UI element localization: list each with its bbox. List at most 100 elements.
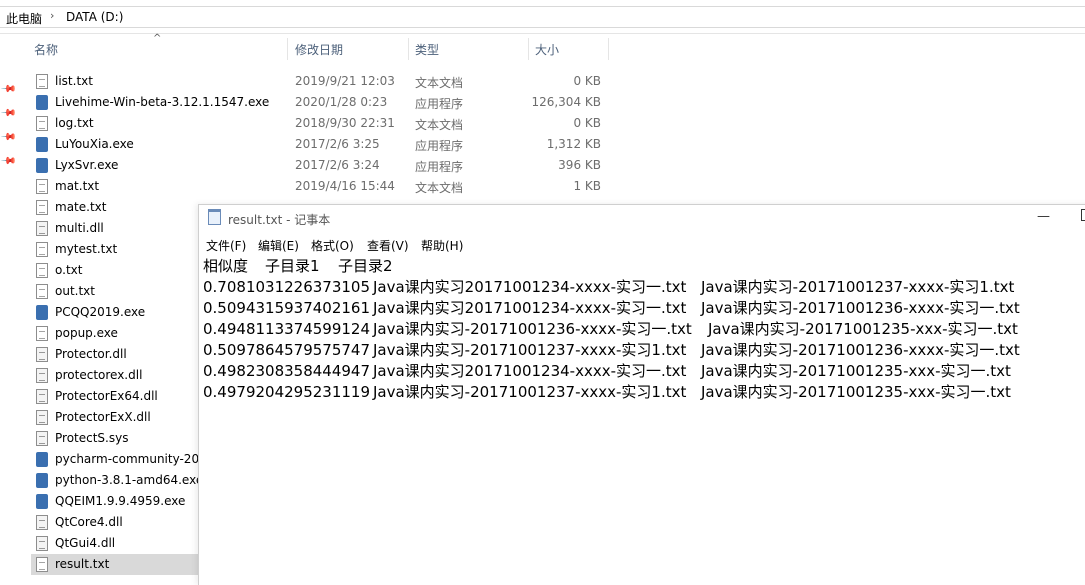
file-date: 2019/9/21 12:03 [295, 74, 395, 88]
application-icon [36, 137, 48, 152]
column-divider[interactable] [608, 38, 609, 60]
file-name: list.txt [55, 74, 93, 88]
breadcrumb-this-pc[interactable]: 此电脑 [6, 10, 42, 27]
dll-file-icon [36, 368, 48, 383]
menu-view[interactable]: 查看(V) [367, 237, 409, 254]
file-row[interactable]: Livehime-Win-beta-3.12.1.1547.exe 2020/1/… [31, 92, 611, 113]
file-date: 2017/2/6 3:25 [295, 137, 380, 151]
file-name: PCQQ2019.exe [55, 305, 146, 319]
application-icon [36, 494, 48, 509]
dll-file-icon [36, 347, 48, 362]
text-cell: Java课内实习-20171001236-xxxx-实习一.txt [373, 320, 692, 338]
file-name: Livehime-Win-beta-3.12.1.1547.exe [55, 95, 270, 109]
column-divider[interactable] [408, 38, 409, 60]
file-name: o.txt [55, 263, 83, 277]
column-divider[interactable] [528, 38, 529, 60]
file-name: mate.txt [55, 200, 107, 214]
text-cell: 子目录1 [265, 257, 320, 275]
text-cell: Java课内实习-20171001235-xxx-实习一.txt [701, 362, 1011, 380]
file-type: 应用程序 [415, 139, 464, 153]
text-cell: Java课内实习20171001234-xxxx-实习一.txt [373, 362, 687, 380]
file-date: 2020/1/28 0:23 [295, 95, 388, 109]
file-size: 0 KB [573, 74, 601, 88]
file-name: popup.exe [55, 326, 118, 340]
dll-file-icon [36, 515, 48, 530]
text-cell: Java课内实习20171001234-xxxx-实习一.txt [373, 278, 687, 296]
file-name: mytest.txt [55, 242, 118, 256]
text-cell: 0.5097864579575747 [203, 341, 371, 359]
notepad-title-bar[interactable]: result.txt - 记事本 — [199, 205, 1085, 233]
text-cell: 0.4982308358444947 [203, 362, 371, 380]
file-name: out.txt [55, 284, 95, 298]
column-header-size[interactable]: 大小 [535, 36, 559, 62]
file-type: 文本文档 [415, 118, 464, 132]
file-size: 126,304 KB [531, 95, 601, 109]
dll-file-icon [36, 389, 48, 404]
column-header-type[interactable]: 类型 [415, 36, 439, 62]
application-icon [36, 95, 48, 110]
file-date: 2017/2/6 3:24 [295, 158, 380, 172]
menu-file[interactable]: 文件(F) [206, 237, 246, 254]
text-file-icon [36, 326, 48, 341]
breadcrumb-data-drive[interactable]: DATA (D:) [66, 10, 123, 24]
menu-format[interactable]: 格式(O) [311, 237, 354, 254]
file-row[interactable]: mat.txt 2019/4/16 15:44 文本文档 1 KB [31, 176, 611, 197]
file-name: LyxSvr.exe [55, 158, 119, 172]
pin-icon: 📌 [0, 105, 17, 122]
text-line: 0.5097864579575747 Java课内实习-20171001237-x… [203, 340, 1083, 361]
dll-file-icon [36, 221, 48, 236]
file-size: 1,312 KB [546, 137, 601, 151]
file-name: mat.txt [55, 179, 100, 193]
file-name: log.txt [55, 116, 94, 130]
address-box[interactable] [0, 6, 1085, 28]
text-cell: Java课内实习-20171001236-xxxx-实习一.txt [701, 341, 1020, 359]
notepad-window[interactable]: result.txt - 记事本 — 文件(F) 编辑(E) 格式(O) 查看(… [198, 204, 1085, 585]
navigation-pane: 📌 📌 📌 📌 [0, 62, 24, 573]
file-row[interactable]: list.txt 2019/9/21 12:03 文本文档 0 KB [31, 71, 611, 92]
text-file-icon [36, 557, 48, 572]
file-name: LuYouXia.exe [55, 137, 134, 151]
file-date: 2018/9/30 22:31 [295, 116, 395, 130]
file-name: ProtectorExX.dll [55, 410, 151, 424]
file-row[interactable]: LuYouXia.exe 2017/2/6 3:25 应用程序 1,312 KB [31, 134, 611, 155]
text-file-icon [36, 116, 48, 131]
column-header-name[interactable]: 名称 [34, 36, 58, 62]
file-type: 文本文档 [415, 181, 464, 195]
pin-icon: 📌 [0, 129, 17, 146]
text-line: 0.5094315937402161 Java课内实习20171001234-xx… [203, 298, 1083, 319]
file-name: QtCore4.dll [55, 515, 123, 529]
menu-edit[interactable]: 编辑(E) [258, 237, 299, 254]
maximize-icon[interactable] [1081, 209, 1085, 221]
window-title: result.txt - 记事本 [228, 213, 331, 227]
menu-bar: 文件(F) 编辑(E) 格式(O) 查看(V) 帮助(H) [199, 234, 1085, 256]
column-headers: ^ 名称 修改日期 类型 大小 [0, 33, 620, 62]
text-file-icon [36, 284, 48, 299]
file-row[interactable]: result.txt [31, 554, 198, 575]
file-name: protectorex.dll [55, 368, 143, 382]
file-name: result.txt [55, 557, 110, 571]
text-file-icon [36, 74, 48, 89]
text-line: 0.4982308358444947 Java课内实习20171001234-xx… [203, 361, 1083, 382]
minimize-icon[interactable]: — [1037, 209, 1050, 224]
breadcrumb-separator-icon[interactable]: › [50, 9, 54, 22]
dll-file-icon [36, 536, 48, 551]
text-file-icon [36, 263, 48, 278]
text-cell: 0.5094315937402161 [203, 299, 371, 317]
text-file-icon [36, 200, 48, 215]
dll-file-icon [36, 410, 48, 425]
column-header-date[interactable]: 修改日期 [295, 36, 343, 62]
application-icon [36, 452, 48, 467]
text-cell: 0.7081031226373105 [203, 278, 371, 296]
column-divider[interactable] [287, 38, 288, 60]
menu-help[interactable]: 帮助(H) [421, 237, 463, 254]
text-cell: 相似度 [203, 257, 249, 275]
file-name: pycharm-community-201 [55, 452, 207, 466]
text-editor[interactable]: 相似度 子目录1 子目录2 0.7081031226373105 Java课内实习201… [203, 256, 1083, 403]
file-name: python-3.8.1-amd64.exe [55, 473, 204, 487]
text-line: 0.4979204295231119 Java课内实习-20171001237-x… [203, 382, 1083, 403]
text-cell: Java课内实习-20171001237-xxxx-实习1.txt [373, 383, 687, 401]
file-row[interactable]: LyxSvr.exe 2017/2/6 3:24 应用程序 396 KB [31, 155, 611, 176]
file-row[interactable]: log.txt 2018/9/30 22:31 文本文档 0 KB [31, 113, 611, 134]
address-bar[interactable]: 此电脑 › DATA (D:) [0, 0, 1085, 34]
text-file-icon [36, 242, 48, 257]
